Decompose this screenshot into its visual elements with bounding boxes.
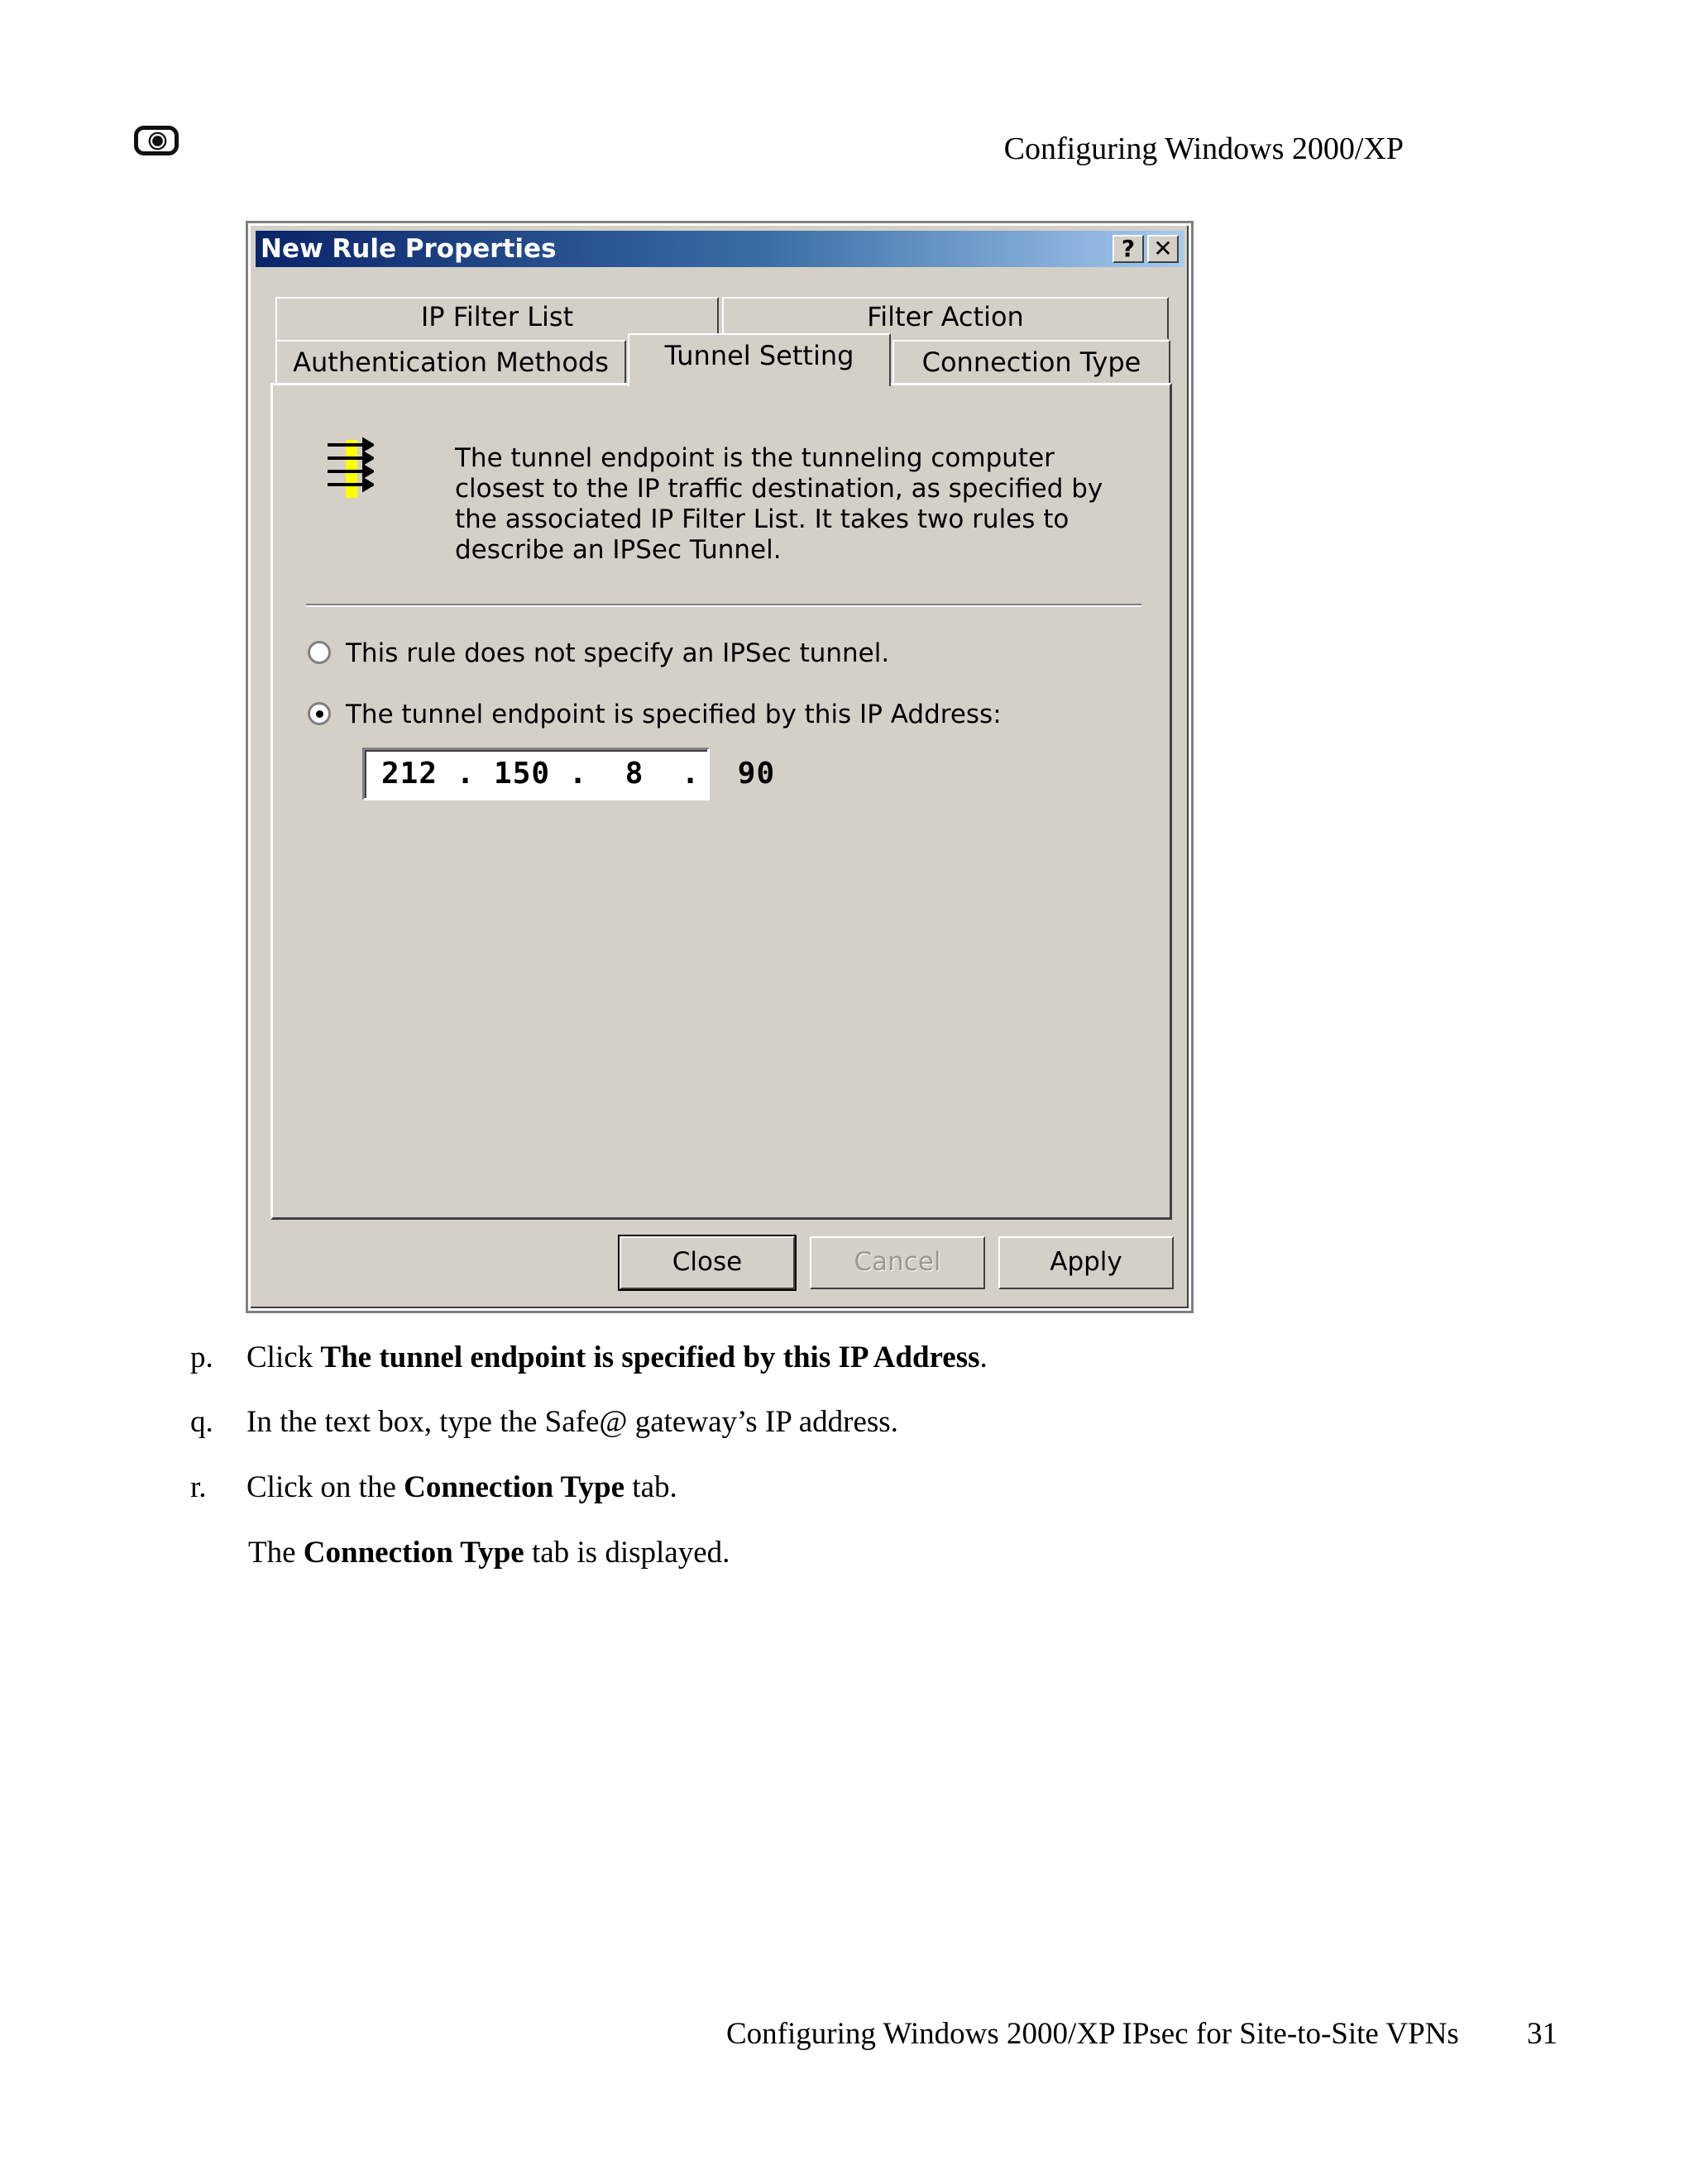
- page-number: 31: [1527, 2017, 1558, 2051]
- tab-connection-type[interactable]: Connection Type: [892, 340, 1170, 385]
- apply-button[interactable]: Apply: [998, 1236, 1174, 1289]
- radio-no-tunnel[interactable]: [308, 640, 331, 664]
- dialog-title-bar: New Rule Properties ? ✕: [256, 231, 1184, 267]
- help-button[interactable]: ?: [1113, 235, 1144, 263]
- close-window-button[interactable]: ✕: [1147, 235, 1179, 263]
- ip-address-input[interactable]: 212 . 150 . 8 . 90: [362, 748, 774, 800]
- tunnel-arrows-icon: [328, 437, 374, 498]
- dialog-title: New Rule Properties: [261, 234, 557, 264]
- radio-no-tunnel-option[interactable]: This rule does not specify an IPSec tunn…: [308, 637, 889, 670]
- radio-ip-endpoint-option[interactable]: The tunnel endpoint is specified by this…: [308, 698, 1002, 731]
- step-text-post: tab.: [624, 1470, 677, 1504]
- ip-address-value: 212 . 150 . 8 . 90: [381, 757, 776, 791]
- step-text-pre: Click on the: [246, 1470, 404, 1504]
- step-text: Click on the Connection Type tab.: [246, 1470, 677, 1505]
- radio-no-tunnel-label: This rule does not specify an IPSec tunn…: [346, 638, 890, 668]
- note-post: tab is displayed.: [524, 1536, 730, 1570]
- new-rule-properties-dialog: New Rule Properties ? ✕ IP Filter List F…: [246, 221, 1194, 1313]
- tab-authentication-methods[interactable]: Authentication Methods: [275, 340, 626, 385]
- footer-title: Configuring Windows 2000/XP IPsec for Si…: [726, 2017, 1459, 2051]
- step-label: p.: [190, 1341, 213, 1374]
- step-text-bold: The tunnel endpoint is specified by this…: [320, 1341, 980, 1374]
- running-head: Configuring Windows 2000/XP: [1003, 131, 1404, 166]
- tunnel-description: The tunnel endpoint is the tunneling com…: [455, 443, 1103, 565]
- cancel-button[interactable]: Cancel: [810, 1236, 985, 1289]
- radio-ip-endpoint[interactable]: [308, 701, 331, 725]
- close-button[interactable]: Close: [618, 1235, 797, 1291]
- radio-ip-endpoint-label: The tunnel endpoint is specified by this…: [346, 700, 1002, 729]
- result-note: The Connection Type tab is displayed.: [248, 1535, 730, 1570]
- step-text: In the text box, type the Safe@ gateway’…: [246, 1405, 898, 1439]
- tunnel-setting-panel: The tunnel endpoint is the tunneling com…: [270, 383, 1172, 1220]
- tab-tunnel-setting[interactable]: Tunnel Setting: [628, 333, 891, 386]
- step-text-bold: Connection Type: [404, 1470, 625, 1504]
- step-label: q.: [190, 1405, 213, 1439]
- step-text: Click The tunnel endpoint is specified b…: [246, 1340, 988, 1375]
- step-label: r.: [190, 1470, 207, 1504]
- note-pre: The: [248, 1536, 304, 1570]
- step-text-pre: Click: [246, 1341, 321, 1374]
- note-bold: Connection Type: [303, 1536, 524, 1570]
- step-text-post: .: [979, 1341, 988, 1374]
- brand-logo-icon: [134, 126, 179, 155]
- separator: [306, 604, 1141, 607]
